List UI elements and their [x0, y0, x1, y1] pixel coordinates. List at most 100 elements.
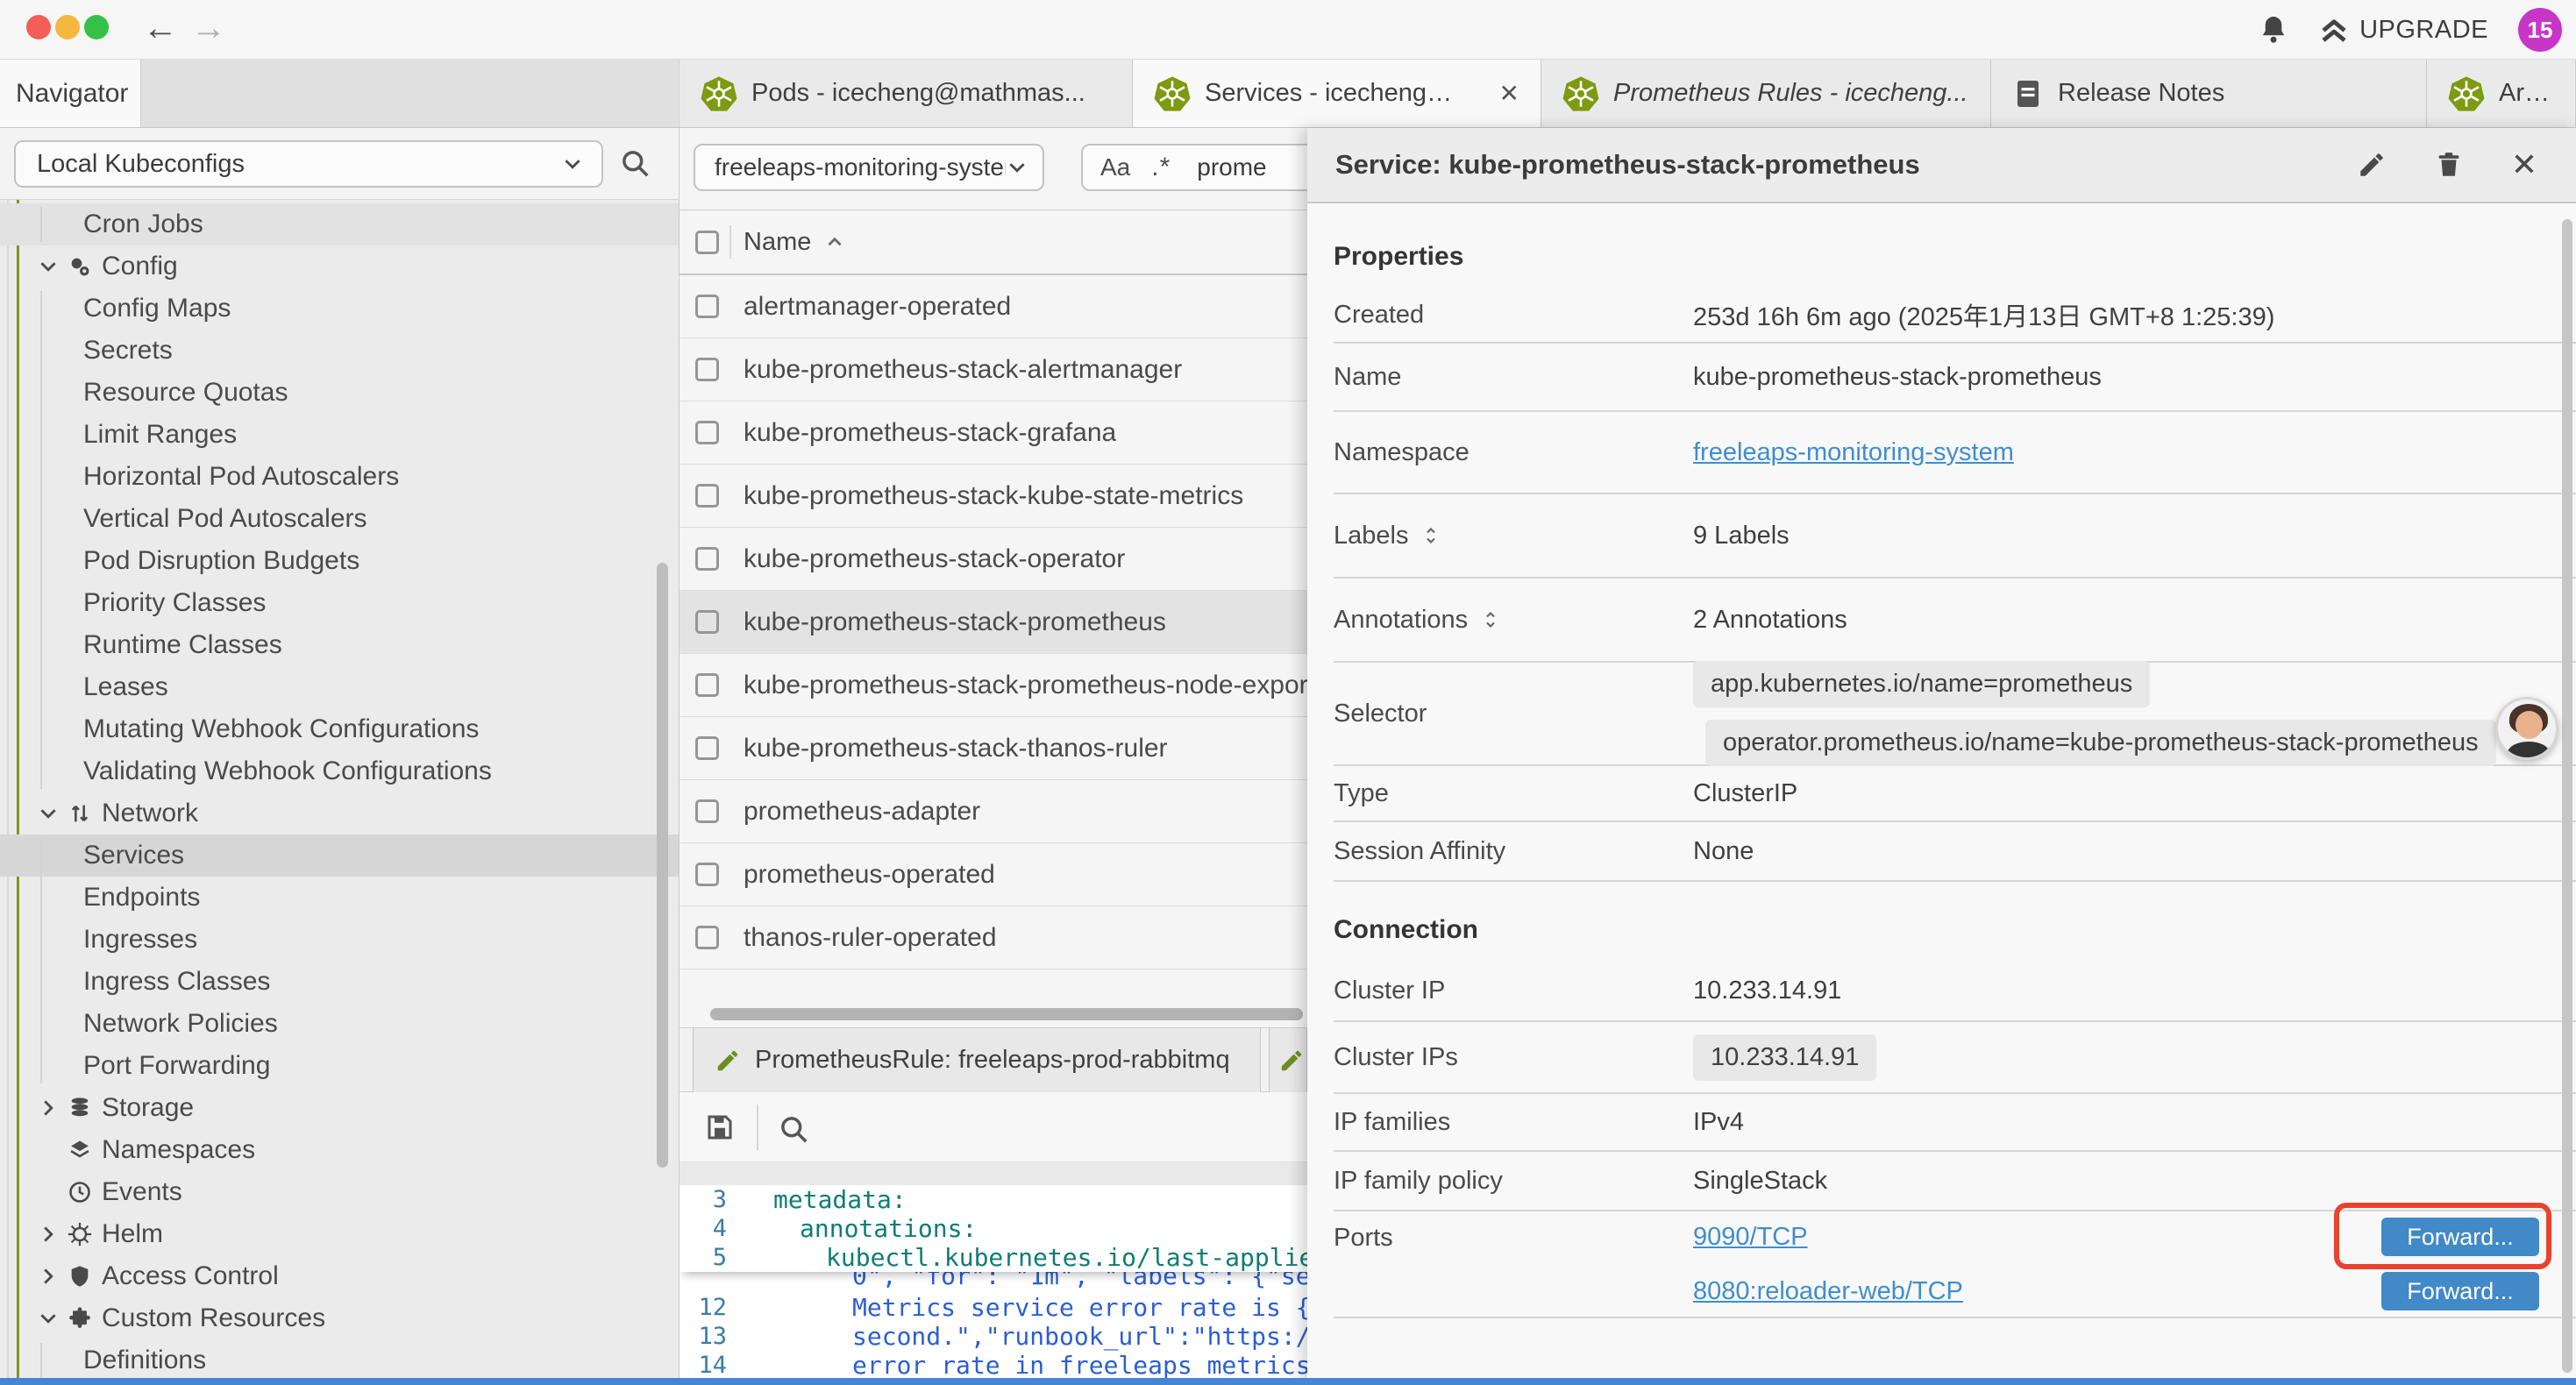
- code-line[interactable]: 5kubectl.kubernetes.io/last-applied-co: [680, 1243, 1307, 1272]
- table-row[interactable]: kube-prometheus-stack-grafana: [680, 401, 1307, 465]
- sidebar-scrollbar[interactable]: [657, 563, 668, 1168]
- save-icon[interactable]: [704, 1112, 736, 1143]
- drawer-scrollbar[interactable]: [2562, 219, 2572, 1373]
- row-checkbox[interactable]: [695, 863, 719, 886]
- notification-count-badge[interactable]: 15: [2518, 8, 2562, 52]
- runbook-url-link[interactable]: https://net: [1207, 1322, 1307, 1351]
- sidebar-item-pod-disruption-budgets[interactable]: Pod Disruption Budgets: [0, 540, 679, 582]
- tab-prometheus-rules-icecheng[interactable]: Prometheus Rules - icecheng...: [1541, 60, 1991, 127]
- upgrade-button[interactable]: UPGRADE: [2319, 15, 2488, 45]
- table-row[interactable]: kube-prometheus-stack-prometheus: [680, 591, 1307, 654]
- navigator-panel-tab[interactable]: Navigator: [0, 60, 141, 127]
- close-icon[interactable]: ✕: [2511, 149, 2537, 181]
- close-tab-icon[interactable]: ✕: [1499, 79, 1519, 108]
- code-line[interactable]: 13second.","runbook_url":"https://net: [680, 1322, 1307, 1351]
- table-row[interactable]: thanos-ruler-operated: [680, 906, 1307, 970]
- row-checkbox[interactable]: [695, 610, 719, 634]
- sidebar-group-events[interactable]: Events: [0, 1171, 679, 1213]
- yaml-editor[interactable]: 3metadata:4annotations:5kubectl.kubernet…: [680, 1185, 1307, 1385]
- regex-icon[interactable]: .*: [1151, 153, 1171, 182]
- sidebar-item-port-forwarding[interactable]: Port Forwarding: [0, 1045, 679, 1087]
- editor-tab-prometheusrule[interactable]: PrometheusRule: freeleaps-prod-rabbitmq: [693, 1028, 1261, 1092]
- maximize-window-button[interactable]: [84, 15, 109, 39]
- forward-button[interactable]: →: [191, 7, 226, 49]
- row-checkbox[interactable]: [695, 736, 719, 760]
- row-checkbox[interactable]: [695, 295, 719, 318]
- edit-pencil-icon[interactable]: [2357, 150, 2387, 180]
- code-line[interactable]: 12Metrics service error rate is {{ $va: [680, 1293, 1307, 1322]
- namespace-link[interactable]: freeleaps-monitoring-system: [1693, 438, 2014, 467]
- sidebar-item-cron-jobs[interactable]: Cron Jobs: [0, 203, 679, 245]
- sidebar-item-mutating-webhook-configurations[interactable]: Mutating Webhook Configurations: [0, 708, 679, 750]
- sidebar-group-config[interactable]: Config: [0, 245, 679, 288]
- table-row[interactable]: kube-prometheus-stack-thanos-ruler: [680, 717, 1307, 780]
- sidebar-item-config-maps[interactable]: Config Maps: [0, 288, 679, 330]
- row-checkbox[interactable]: [695, 799, 719, 823]
- sidebar-item-runtime-classes[interactable]: Runtime Classes: [0, 624, 679, 666]
- sidebar-group-namespaces[interactable]: Namespaces: [0, 1129, 679, 1171]
- tab-pods-icecheng-mathmas[interactable]: Pods - icecheng@mathmas...: [680, 60, 1133, 127]
- sidebar-item-ingress-classes[interactable]: Ingress Classes: [0, 961, 679, 1003]
- sort-ascending-icon[interactable]: [823, 231, 846, 253]
- sort-arrows-icon[interactable]: [1480, 609, 1501, 630]
- table-row[interactable]: kube-prometheus-stack-kube-state-metrics: [680, 465, 1307, 528]
- table-row[interactable]: prometheus-adapter: [680, 780, 1307, 843]
- name-column-header[interactable]: Name: [744, 228, 811, 257]
- row-checkbox[interactable]: [695, 358, 719, 381]
- namespace-selector[interactable]: freeleaps-monitoring-system: [694, 144, 1044, 191]
- back-button[interactable]: ←: [143, 7, 178, 49]
- table-search-input[interactable]: Aa .* prome: [1081, 144, 1307, 191]
- table-row[interactable]: kube-prometheus-stack-prometheus-node-ex…: [680, 654, 1307, 717]
- user-avatar[interactable]: [2495, 697, 2558, 760]
- sidebar-group-storage[interactable]: Storage: [0, 1087, 679, 1129]
- sidebar-item-endpoints[interactable]: Endpoints: [0, 877, 679, 919]
- minimize-window-button[interactable]: [55, 15, 80, 39]
- sidebar-item-horizontal-pod-autoscalers[interactable]: Horizontal Pod Autoscalers: [0, 456, 679, 498]
- sidebar-item-priority-classes[interactable]: Priority Classes: [0, 582, 679, 624]
- table-row[interactable]: kube-prometheus-stack-alertmanager: [680, 338, 1307, 401]
- port-link[interactable]: 8080:reloader-web/TCP: [1693, 1277, 1963, 1306]
- forward-button[interactable]: Forward...: [2381, 1272, 2539, 1310]
- labels-count[interactable]: 9 Labels: [1693, 522, 1790, 550]
- selector-chip[interactable]: app.kubernetes.io/name=prometheus: [1693, 661, 2150, 707]
- sidebar-group-access-control[interactable]: Access Control: [0, 1255, 679, 1297]
- notifications-bell-icon[interactable]: [2258, 14, 2289, 46]
- kubeconfig-selector[interactable]: Local Kubeconfigs: [14, 140, 603, 188]
- sidebar-item-ingresses[interactable]: Ingresses: [0, 919, 679, 961]
- select-all-checkbox[interactable]: [695, 231, 719, 254]
- match-case-icon[interactable]: Aa: [1100, 153, 1130, 181]
- tab-argo-se[interactable]: Argo Se: [2427, 60, 2576, 127]
- sidebar-group-helm[interactable]: Helm: [0, 1213, 679, 1255]
- sidebar-item-resource-quotas[interactable]: Resource Quotas: [0, 372, 679, 414]
- sidebar-item-services[interactable]: Services: [0, 835, 679, 877]
- row-checkbox[interactable]: [695, 547, 719, 571]
- sidebar-item-leases[interactable]: Leases: [0, 666, 679, 708]
- code-line[interactable]: 4annotations:: [680, 1214, 1307, 1243]
- table-row[interactable]: prometheus-operated: [680, 843, 1307, 906]
- sidebar-group-custom-resources[interactable]: Custom Resources: [0, 1297, 679, 1339]
- sidebar-group-network[interactable]: Network: [0, 792, 679, 835]
- port-link[interactable]: 9090/TCP: [1693, 1223, 1808, 1252]
- code-line[interactable]: 3metadata:: [680, 1185, 1307, 1214]
- delete-trash-icon[interactable]: [2434, 150, 2464, 180]
- tab-release-notes[interactable]: Release Notes: [1991, 60, 2427, 127]
- code-line[interactable]: 0", "for": "1m", "labels": {"service": ": [680, 1272, 1307, 1293]
- table-horizontal-scrollbar[interactable]: [710, 1008, 1303, 1020]
- table-row[interactable]: alertmanager-operated: [680, 275, 1307, 338]
- sidebar-search-icon[interactable]: [619, 147, 651, 183]
- editor-tab-partial[interactable]: [1269, 1028, 1307, 1092]
- editor-search-icon[interactable]: [778, 1113, 809, 1145]
- sidebar-item-definitions[interactable]: Definitions: [0, 1339, 679, 1381]
- row-checkbox[interactable]: [695, 484, 719, 508]
- code-line[interactable]: 14error rate in freeleaps metrics ser: [680, 1351, 1307, 1380]
- selector-chip[interactable]: operator.prometheus.io/name=kube-prometh…: [1705, 720, 2496, 766]
- row-checkbox[interactable]: [695, 926, 719, 949]
- sidebar-item-validating-webhook-configurations[interactable]: Validating Webhook Configurations: [0, 750, 679, 792]
- row-checkbox[interactable]: [695, 673, 719, 697]
- cluster-ips-chip[interactable]: 10.233.14.91: [1693, 1034, 1876, 1081]
- tab-services-icecheng-math[interactable]: Services - icecheng@math...✕: [1133, 60, 1541, 127]
- sidebar-item-limit-ranges[interactable]: Limit Ranges: [0, 414, 679, 456]
- sidebar-item-vertical-pod-autoscalers[interactable]: Vertical Pod Autoscalers: [0, 498, 679, 540]
- sidebar-item-secrets[interactable]: Secrets: [0, 330, 679, 372]
- annotations-count[interactable]: 2 Annotations: [1693, 606, 1847, 635]
